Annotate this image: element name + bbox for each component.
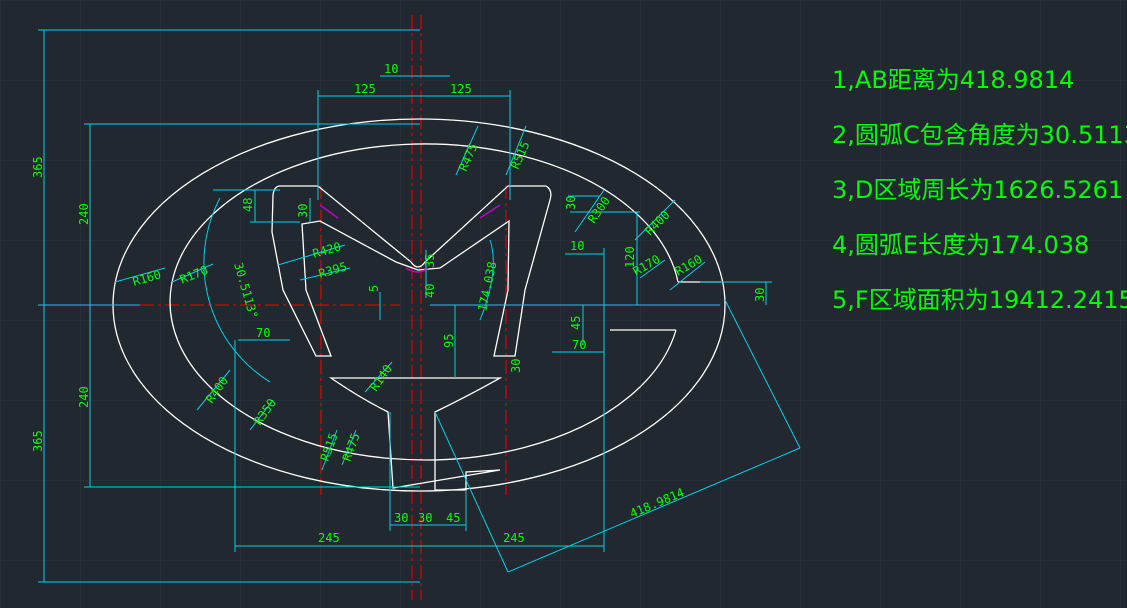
dim-245-right: 245 <box>503 531 525 545</box>
dim-30-b2: 30 <box>418 511 432 525</box>
dim-240-bottom: 240 <box>77 386 91 408</box>
cad-drawing-canvas[interactable]: 10 125 125 365 240 240 365 48 30 5 35 40… <box>0 0 1127 608</box>
dim-70-right: 70 <box>572 338 586 352</box>
result-1-value: 418.9814 <box>960 66 1075 94</box>
dim-30-mid: 30 <box>509 359 523 373</box>
result-4-value: 174.038 <box>990 231 1089 259</box>
dim-125-left: 125 <box>354 82 376 96</box>
dim-240-top: 240 <box>77 203 91 225</box>
dim-35: 35 <box>423 254 437 268</box>
dim-125-right: 125 <box>450 82 472 96</box>
dim-365-bottom: 365 <box>31 430 45 452</box>
result-5-value: 19412.2415 <box>989 286 1127 314</box>
dim-30-far-right: 30 <box>753 288 767 302</box>
dim-48: 48 <box>241 198 255 212</box>
result-3-label: 3,D区域周长为 <box>832 176 993 204</box>
dim-30-b1: 30 <box>394 511 408 525</box>
dim-365-top: 365 <box>31 156 45 178</box>
result-line-2: 2,圆弧C包含角度为30.5113 <box>832 121 1127 149</box>
result-1-label: 1,AB距离为 <box>832 66 960 94</box>
dim-30-right-top: 30 <box>564 196 578 210</box>
result-5-label: 5,F区域面积为 <box>832 286 989 314</box>
dim-30-left: 30 <box>296 204 310 218</box>
result-line-5: 5,F区域面积为19412.2415 <box>832 286 1127 314</box>
result-2-label: 2,圆弧C包含角度为 <box>832 121 1040 149</box>
result-2-value: 30.5113 <box>1040 121 1127 149</box>
dim-45-right: 45 <box>569 316 583 330</box>
result-3-value: 1626.5261 <box>993 176 1123 204</box>
result-4-label: 4,圆弧E长度为 <box>832 231 990 259</box>
dim-70-left: 70 <box>256 326 270 340</box>
dim-10-right: 10 <box>570 239 584 253</box>
dim-40: 40 <box>423 284 437 298</box>
result-line-1: 1,AB距离为418.9814 <box>832 66 1074 94</box>
dim-10-top: 10 <box>384 62 398 76</box>
result-line-3: 3,D区域周长为1626.5261 <box>832 176 1123 204</box>
result-line-4: 4,圆弧E长度为174.038 <box>832 231 1089 259</box>
dim-245-left: 245 <box>318 531 340 545</box>
dim-5: 5 <box>367 285 381 292</box>
dim-45-bottom: 45 <box>446 511 460 525</box>
dim-95: 95 <box>442 334 456 348</box>
